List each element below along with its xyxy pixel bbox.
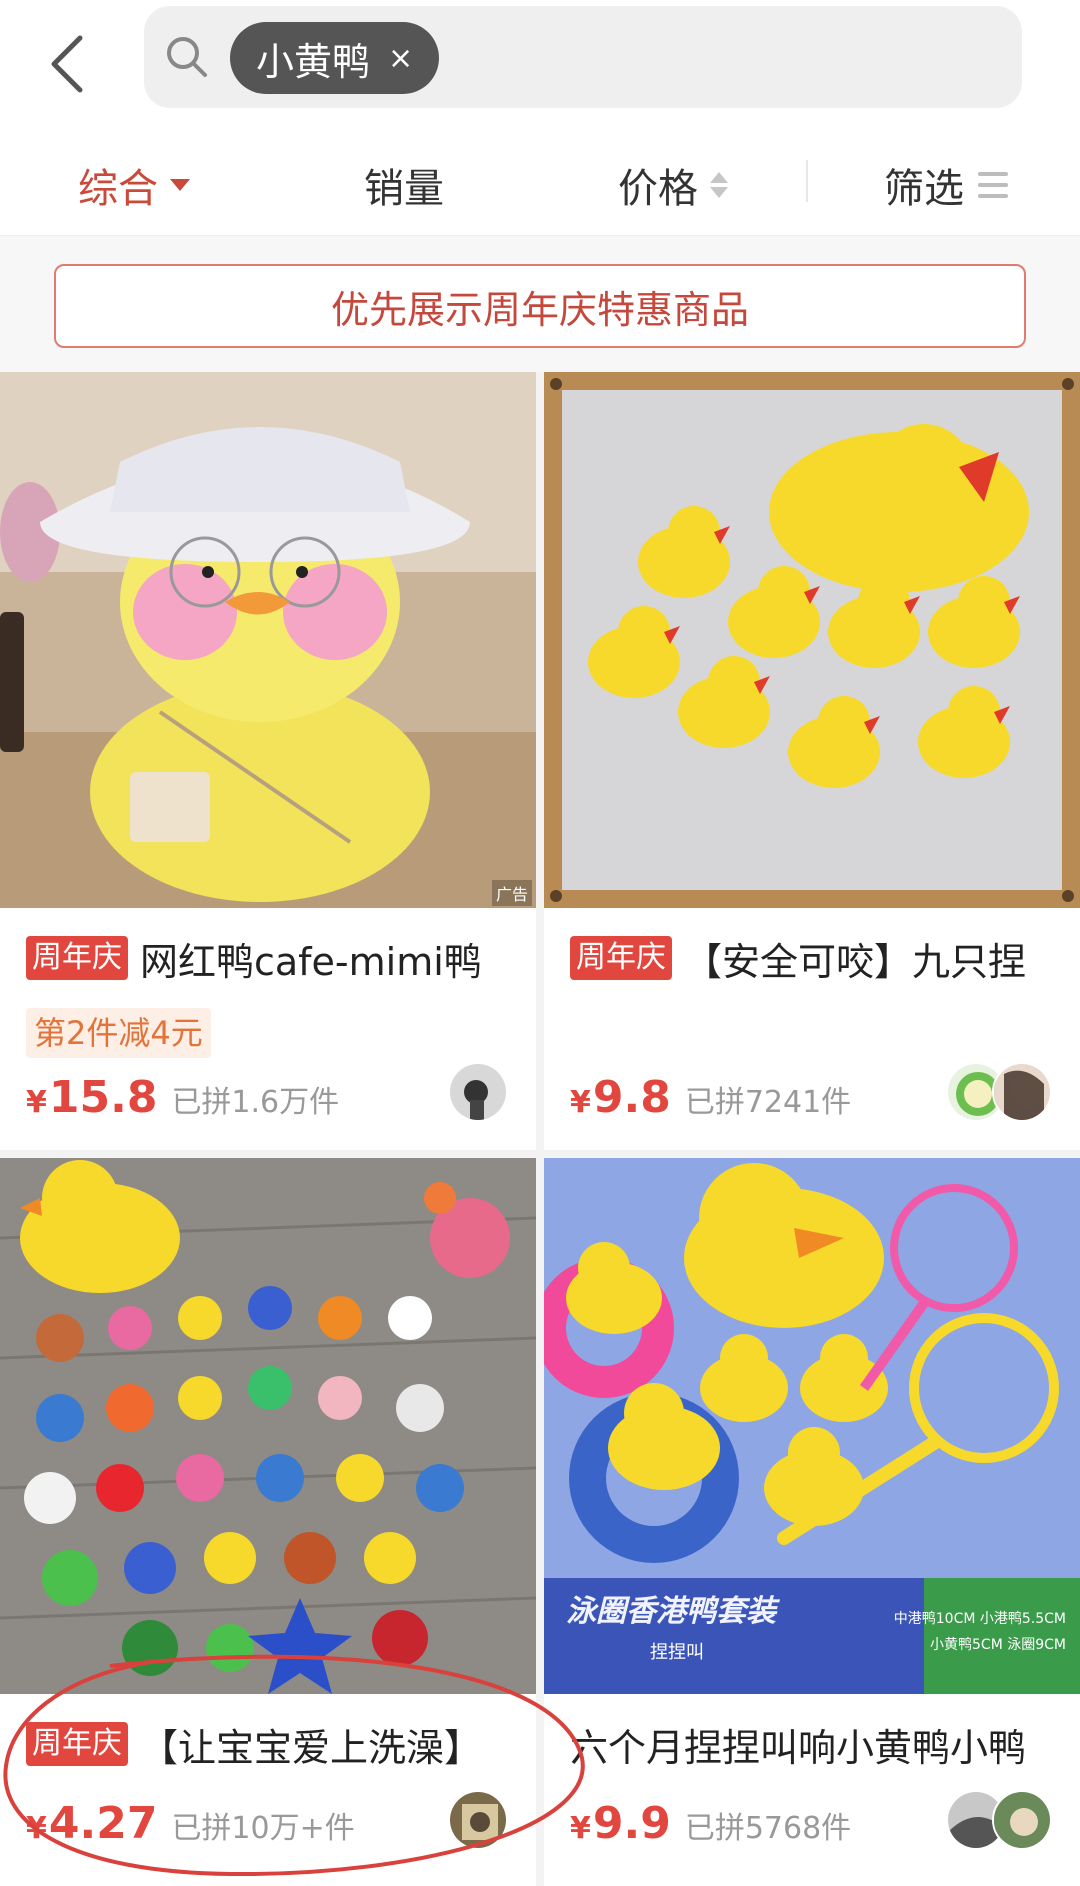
product-title: 【让宝宝爱上洗澡】 bbox=[140, 1725, 483, 1770]
image-specs: 中港鸭10CM 小港鸭5.5CM 小黄鸭5CM 泳圈9CM bbox=[894, 1606, 1066, 1658]
product-title: 【安全可咬】九只捏 bbox=[684, 939, 1027, 984]
avatar bbox=[448, 1062, 508, 1122]
close-icon[interactable]: × bbox=[388, 41, 413, 76]
avatar bbox=[992, 1790, 1052, 1850]
buyer-avatars bbox=[946, 1062, 1052, 1122]
product-card[interactable]: 周年庆 【让宝宝爱上洗澡】 ¥4.27 已拼10万+件 bbox=[0, 1158, 536, 1886]
currency-symbol: ¥ bbox=[570, 1811, 591, 1846]
buyer-avatars bbox=[448, 1062, 508, 1122]
search-input[interactable]: 小黄鸭 × bbox=[144, 6, 1022, 108]
product-image[interactable] bbox=[0, 1158, 536, 1694]
sold-count: 已拼1.6万件 bbox=[171, 1085, 340, 1120]
product-image[interactable] bbox=[544, 372, 1080, 908]
product-title-row[interactable]: 周年庆 【安全可咬】九只捏 bbox=[570, 930, 1062, 986]
discount-badge: 第2件减4元 bbox=[26, 1008, 211, 1058]
sort-comprehensive-label: 综合 bbox=[78, 166, 158, 212]
sort-arrows-icon bbox=[710, 172, 728, 198]
sold-count: 已拼7241件 bbox=[684, 1085, 852, 1120]
divider bbox=[806, 160, 808, 202]
currency-symbol: ¥ bbox=[26, 1085, 47, 1120]
image-spec-line: 小黄鸭5CM 泳圈9CM bbox=[930, 1637, 1066, 1653]
sort-filter[interactable]: 筛选 bbox=[884, 156, 1008, 214]
price-value: 15.8 bbox=[48, 1072, 158, 1123]
sort-price[interactable]: 价格 bbox=[618, 156, 728, 214]
search-keyword: 小黄鸭 bbox=[256, 39, 371, 84]
price-value: 9.8 bbox=[592, 1072, 671, 1123]
sold-count: 已拼10万+件 bbox=[171, 1811, 355, 1846]
anniversary-tag: 周年庆 bbox=[26, 1722, 128, 1766]
product-image[interactable]: 广告 bbox=[0, 372, 536, 908]
product-card[interactable]: 周年庆 【安全可咬】九只捏 ¥9.8 已拼7241件 bbox=[544, 372, 1080, 1150]
buyer-avatars bbox=[448, 1790, 508, 1850]
sold-count: 已拼5768件 bbox=[684, 1811, 852, 1846]
sort-bar: 综合 销量 价格 筛选 bbox=[0, 128, 1080, 236]
caret-down-icon bbox=[170, 179, 190, 191]
ad-label: 广告 bbox=[491, 880, 532, 906]
currency-symbol: ¥ bbox=[570, 1085, 591, 1120]
price-value: 9.9 bbox=[592, 1798, 671, 1849]
image-caption: 泳圈香港鸭套装 bbox=[566, 1594, 776, 1629]
search-icon bbox=[164, 34, 210, 80]
product-title-row[interactable]: 六个月捏捏叫响小黄鸭小鸭 bbox=[570, 1716, 1062, 1772]
sort-comprehensive[interactable]: 综合 bbox=[78, 156, 190, 214]
price: ¥9.8 bbox=[570, 1072, 671, 1123]
back-arrow-icon[interactable] bbox=[40, 24, 96, 104]
sort-sales-label: 销量 bbox=[364, 166, 444, 212]
price: ¥4.27 bbox=[26, 1798, 157, 1849]
product-title: 网红鸭cafe-mimi鸭 bbox=[140, 939, 482, 984]
image-caption-sub: 捏捏叫 bbox=[650, 1642, 704, 1663]
product-title: 六个月捏捏叫响小黄鸭小鸭 bbox=[570, 1725, 1027, 1770]
avatar bbox=[992, 1062, 1052, 1122]
price-row: ¥9.8 已拼7241件 bbox=[570, 1072, 851, 1123]
promo-section: 优先展示周年庆特惠商品 bbox=[0, 236, 1080, 372]
sort-sales[interactable]: 销量 bbox=[364, 156, 444, 214]
price: ¥15.8 bbox=[26, 1072, 157, 1123]
price-row: ¥15.8 已拼1.6万件 bbox=[26, 1072, 339, 1123]
sort-price-label: 价格 bbox=[618, 166, 698, 212]
currency-symbol: ¥ bbox=[26, 1811, 47, 1846]
product-title-row[interactable]: 周年庆 【让宝宝爱上洗澡】 bbox=[26, 1716, 518, 1772]
price-row: ¥9.9 已拼5768件 bbox=[570, 1798, 851, 1849]
product-card[interactable]: 广告 周年庆 网红鸭cafe-mimi鸭 第2件减4元 ¥15.8 已拼1.6万… bbox=[0, 372, 536, 1150]
avatar bbox=[448, 1790, 508, 1850]
product-image[interactable]: 泳圈香港鸭套装 捏捏叫 中港鸭10CM 小港鸭5.5CM 小黄鸭5CM 泳圈9C… bbox=[544, 1158, 1080, 1694]
menu-lines-icon bbox=[978, 172, 1008, 198]
top-bar: 小黄鸭 × bbox=[0, 0, 1080, 128]
product-card[interactable]: 泳圈香港鸭套装 捏捏叫 中港鸭10CM 小港鸭5.5CM 小黄鸭5CM 泳圈9C… bbox=[544, 1158, 1080, 1886]
price: ¥9.9 bbox=[570, 1798, 671, 1849]
promo-banner[interactable]: 优先展示周年庆特惠商品 bbox=[54, 264, 1026, 348]
search-keyword-chip[interactable]: 小黄鸭 × bbox=[230, 22, 440, 94]
price-row: ¥4.27 已拼10万+件 bbox=[26, 1798, 355, 1849]
price-value: 4.27 bbox=[48, 1798, 158, 1849]
product-title-row[interactable]: 周年庆 网红鸭cafe-mimi鸭 bbox=[26, 930, 518, 986]
sort-filter-label: 筛选 bbox=[884, 166, 964, 212]
anniversary-tag: 周年庆 bbox=[26, 936, 128, 980]
image-spec-line: 中港鸭10CM 小港鸭5.5CM bbox=[893, 1611, 1066, 1627]
buyer-avatars bbox=[946, 1790, 1052, 1850]
anniversary-tag: 周年庆 bbox=[570, 936, 672, 980]
